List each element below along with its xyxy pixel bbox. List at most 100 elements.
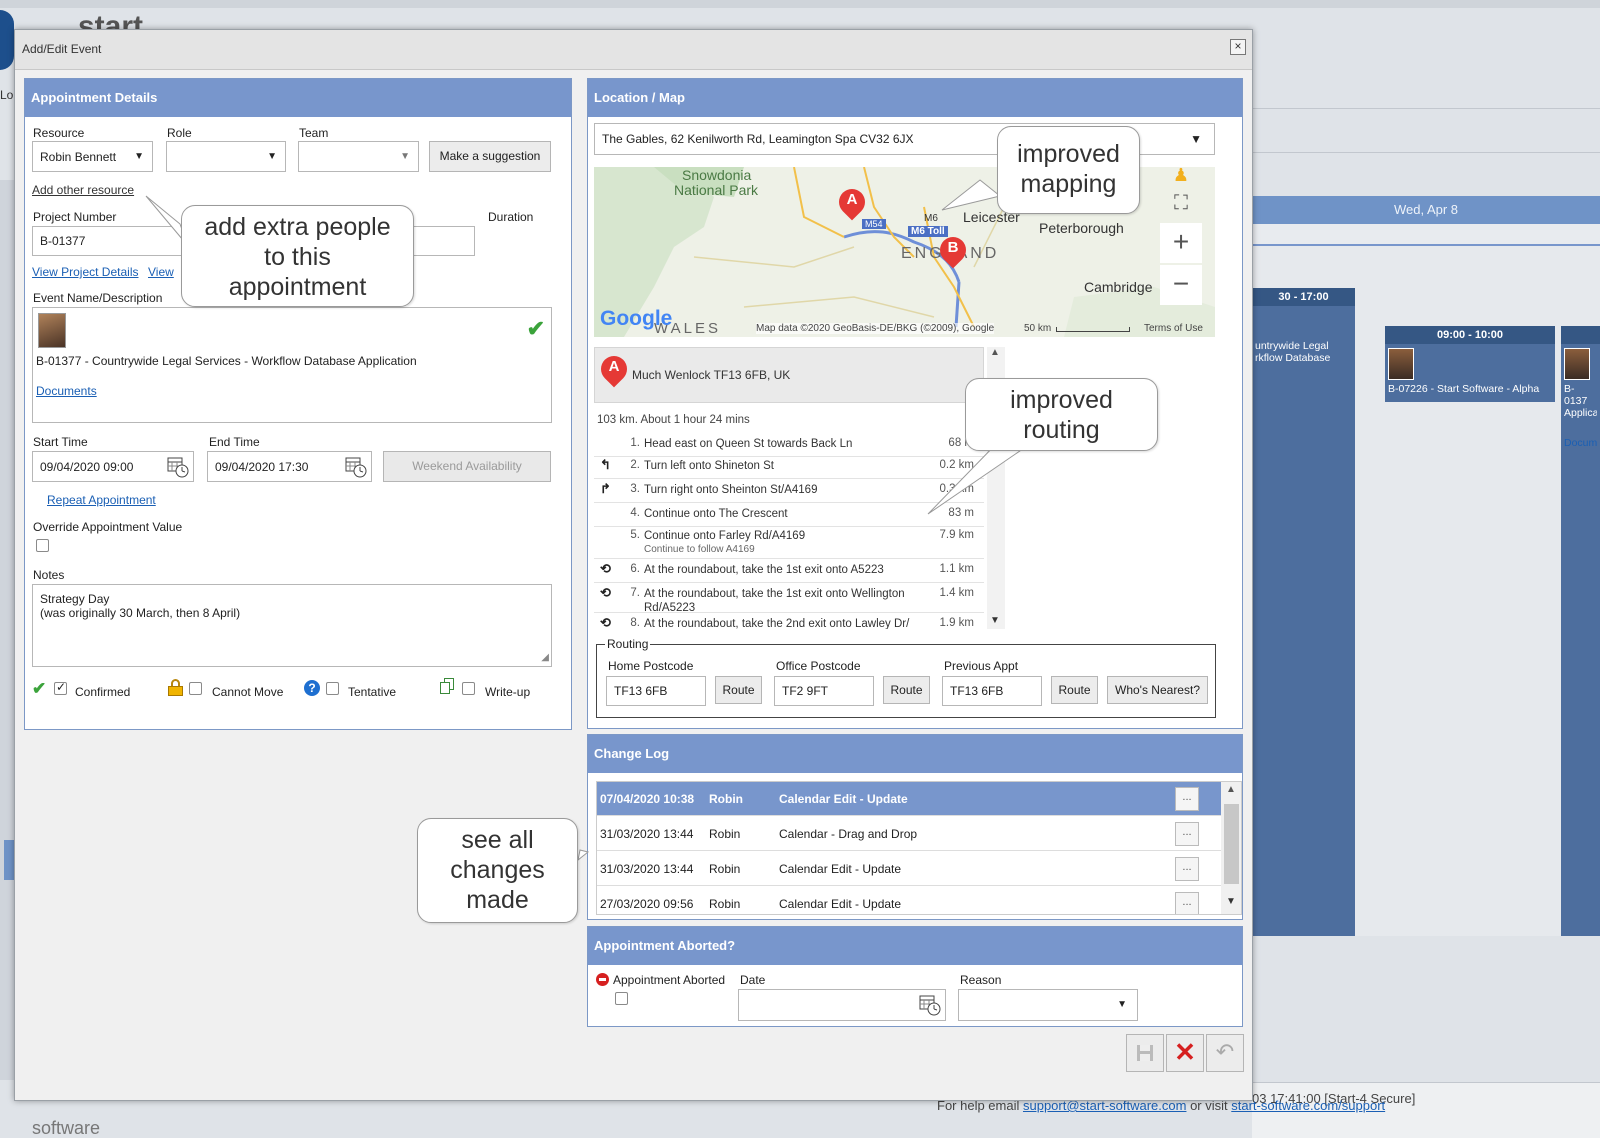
direction-step-number: 5. [630,529,640,541]
aborted-reason-label: Reason [960,973,1002,987]
change-log-row[interactable]: 07/04/2020 10:38 Robin Calendar Edit - Upd… [597,782,1221,816]
project-aux-field[interactable] [405,226,475,256]
calendar-event[interactable]: B-0137 Applica Docum [1561,326,1600,936]
zoom-out-button[interactable]: − [1160,265,1202,305]
confirmed-checkbox[interactable] [54,680,67,695]
support-site-link[interactable]: start-software.com/support [1231,1098,1385,1113]
map-marker-b[interactable]: B [934,231,972,273]
notes-textarea[interactable]: Strategy Day (was originally 30 March, t… [32,584,552,667]
calendar-event[interactable]: 30 - 17:00 untrywide Legal rkflow Databa… [1252,288,1355,936]
direction-step[interactable]: 4. Continue onto The Crescent 83 m [594,503,984,527]
change-log-details-button[interactable]: ... [1175,892,1199,914]
resource-select[interactable]: Robin Bennett ▼ [32,141,153,172]
close-button[interactable]: × [1230,39,1246,55]
background-topbar [0,0,1600,8]
tentative-checkbox[interactable] [326,682,339,695]
view-project-details-link[interactable]: View Project Details [32,265,139,279]
calendar-clock-icon[interactable] [167,456,189,478]
view-link[interactable]: View [148,265,174,279]
end-time-field[interactable]: 09/04/2020 17:30 [207,451,372,482]
turn-icon: ⟲ [600,615,611,629]
change-log-details-button[interactable]: ... [1175,822,1199,846]
direction-step-text: Turn right onto Sheinton St/A4169 [644,484,818,496]
cannot-move-checkbox[interactable] [189,682,202,695]
fullscreen-icon[interactable]: ⛶ [1160,189,1202,217]
calendar-clock-icon[interactable] [345,456,367,478]
direction-step[interactable]: ↰ 2. Turn left onto Shineton St 0.2 km [594,455,984,479]
route-home-button[interactable]: Route [715,676,762,704]
home-postcode-field[interactable]: TF13 6FB [606,676,706,706]
start-time-field[interactable]: 09/04/2020 09:00 [32,451,194,482]
map-label-m6toll: M6 Toll [908,226,948,237]
chevron-down-icon: ▼ [400,151,410,162]
calendar-event-link[interactable]: Docum [1564,437,1597,449]
route-office-button[interactable]: Route [883,676,930,704]
office-postcode-field[interactable]: TF2 9FT [774,676,874,706]
event-description-box[interactable]: ✔ B-01377 - Countrywide Legal Services -… [32,307,552,423]
direction-step[interactable]: ⟲ 8. At the roundabout, take the 2nd exit … [594,613,984,629]
previous-appt-field[interactable]: TF13 6FB [942,676,1042,706]
direction-step[interactable]: 1. Head east on Queen St towards Back Ln 6… [594,433,984,457]
direction-step-number: 1. [630,437,640,449]
calendar-event-text: B-0137 Applica [1564,383,1597,419]
callout-mapping: improved mapping [997,126,1140,214]
brand-word: start [78,10,144,30]
aborted-checkbox[interactable] [615,992,628,1005]
direction-step[interactable]: ⟲ 6. At the roundabout, take the 1st exit … [594,559,984,583]
brand-logo [0,10,14,70]
left-sidebar-marker [4,840,14,880]
calendar-toolbar-line [1252,108,1600,109]
left-tab-label[interactable]: Lo [0,88,13,102]
dialog-titlebar[interactable]: Add/Edit Event × [15,30,1252,70]
direction-step-distance: 83 m [948,507,974,519]
route-previous-button[interactable]: Route [1051,676,1098,704]
aborted-date-field[interactable] [738,989,946,1021]
street-view-icon[interactable]: ♟ [1166,167,1196,187]
change-log-row[interactable]: 27/03/2020 09:56 Robin Calendar Edit - Upd… [597,887,1221,914]
make-suggestion-button[interactable]: Make a suggestion [429,141,551,172]
change-log-panel: Change Log 07/04/2020 10:38 Robin Calendar… [587,734,1243,920]
weekend-availability-button[interactable]: Weekend Availability [383,451,551,482]
direction-step[interactable]: 5. Continue onto Farley Rd/A4169 Continue … [594,525,984,559]
add-other-resource-link[interactable]: Add other resource [32,183,134,197]
project-number-field[interactable]: B-01377 [32,226,182,256]
zoom-in-button[interactable]: + [1160,223,1202,263]
tentative-label: Tentative [348,685,397,699]
direction-step-number: 6. [630,563,640,575]
save-button[interactable] [1126,1034,1164,1072]
calendar-event-time: 09:00 - 10:00 [1385,326,1555,344]
calendar-clock-icon[interactable] [919,994,941,1016]
save-icon [1137,1045,1153,1061]
map-terms-link[interactable]: Terms of Use [1144,323,1203,334]
change-log-row[interactable]: 31/03/2020 13:44 Robin Calendar - Drag and… [597,817,1221,851]
calendar-event[interactable]: 09:00 - 10:00 B-07226 - Start Software -… [1385,326,1555,402]
documents-link[interactable]: Documents [36,384,97,398]
calendar-event-text: untrywide Legal rkflow Database [1255,340,1331,364]
direction-step-text: At the roundabout, take the 1st exit ont… [644,588,905,614]
dialog-title: Add/Edit Event [22,42,102,56]
override-value-checkbox[interactable] [36,539,49,552]
change-log-user: Robin [709,827,741,841]
change-log-row[interactable]: 31/03/2020 13:44 Robin Calendar Edit - Upd… [597,852,1221,886]
direction-step[interactable]: ↱ 3. Turn right onto Sheinton St/A4169 0.3 … [594,479,984,503]
undo-button[interactable]: ↶ [1206,1034,1244,1072]
aborted-reason-select[interactable]: ▼ [958,989,1138,1021]
change-log-action: Calendar - Drag and Drop [779,827,918,841]
write-up-checkbox[interactable] [462,682,475,695]
directions-panel[interactable]: A Much Wenlock TF13 6FB, UK 103 km. Abou… [594,347,1007,629]
resize-handle-icon[interactable]: ◢ [541,651,549,665]
whos-nearest-button[interactable]: Who's Nearest? [1107,676,1208,704]
role-select[interactable]: ▼ [166,141,286,172]
panel-header: Change Log [588,735,1242,773]
change-log-scrollbar[interactable]: ▲ ▼ [1221,782,1241,914]
calendar-toolbar-line-2 [1252,152,1600,153]
cancel-button[interactable]: ✕ [1166,1034,1204,1072]
direction-step-distance: 0.3 km [939,483,974,495]
change-log-details-button[interactable]: ... [1175,857,1199,881]
direction-step[interactable]: ⟲ 7. At the roundabout, take the 1st exit … [594,583,984,614]
repeat-appointment-link[interactable]: Repeat Appointment [47,493,156,507]
change-log-details-button[interactable]: ... [1175,787,1199,811]
calendar-day-header[interactable]: Wed, Apr 8 [1252,196,1600,224]
team-select[interactable]: ▼ [298,141,419,172]
map-marker-a[interactable]: A [833,183,871,225]
